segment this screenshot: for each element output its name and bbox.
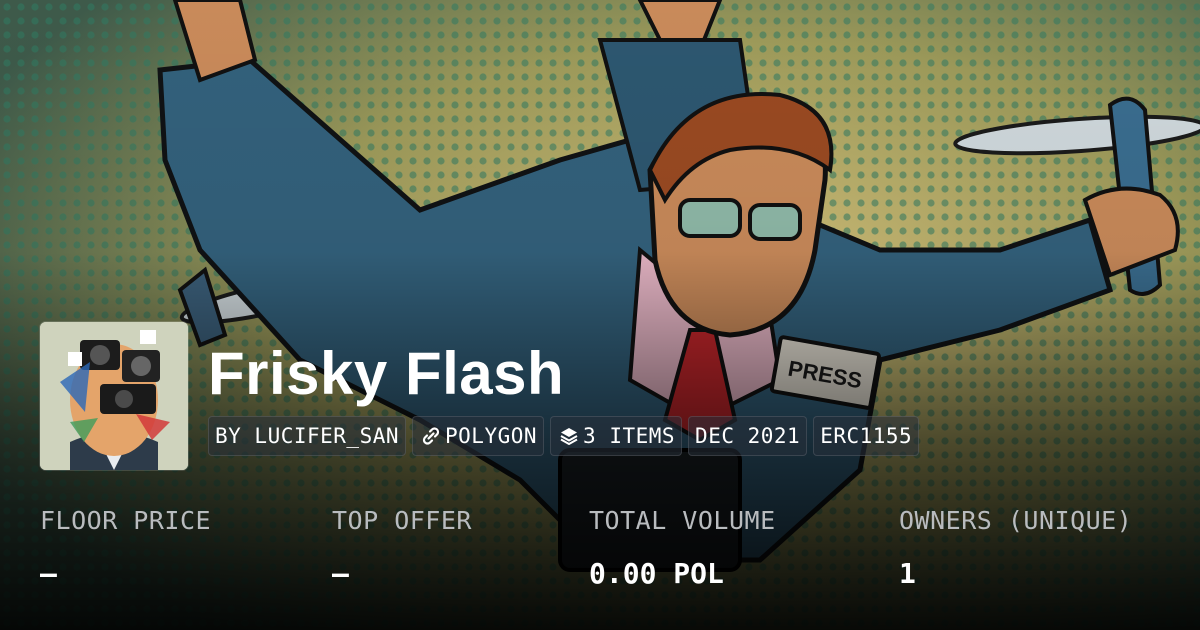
date-tag: DEC 2021 — [688, 416, 808, 456]
top-offer-value: – — [332, 557, 349, 590]
chain-label: POLYGON — [445, 424, 538, 448]
total-volume-value: 0.00 POL — [589, 557, 724, 590]
stat-top-offer: TOP OFFER – — [332, 505, 472, 591]
collection-avatar — [40, 322, 188, 470]
collection-tags: BY LUCIFER_SAN POLYGON 3 ITEMS DEC 2021 … — [208, 416, 920, 456]
standard-tag: ERC1155 — [813, 416, 920, 456]
top-offer-label: TOP OFFER — [332, 506, 472, 535]
stat-owners: OWNERS (UNIQUE) 1 — [899, 505, 1132, 591]
chain-tag[interactable]: POLYGON — [412, 416, 545, 456]
stat-total-volume: TOTAL VOLUME 0.00 POL — [589, 505, 776, 591]
owners-label: OWNERS (UNIQUE) — [899, 506, 1133, 535]
collection-title: Frisky Flash — [208, 340, 565, 407]
items-tag[interactable]: 3 ITEMS — [550, 416, 683, 456]
stat-floor-price: FLOOR PRICE – — [40, 505, 211, 591]
creator-tag[interactable]: BY LUCIFER_SAN — [208, 416, 407, 456]
layers-icon — [560, 428, 578, 445]
floor-price-value: – — [40, 557, 57, 590]
owners-value: 1 — [899, 557, 916, 590]
total-volume-label: TOTAL VOLUME — [589, 506, 776, 535]
floor-price-label: FLOOR PRICE — [40, 506, 212, 535]
link-icon — [422, 427, 440, 445]
items-label: 3 ITEMS — [583, 424, 676, 448]
